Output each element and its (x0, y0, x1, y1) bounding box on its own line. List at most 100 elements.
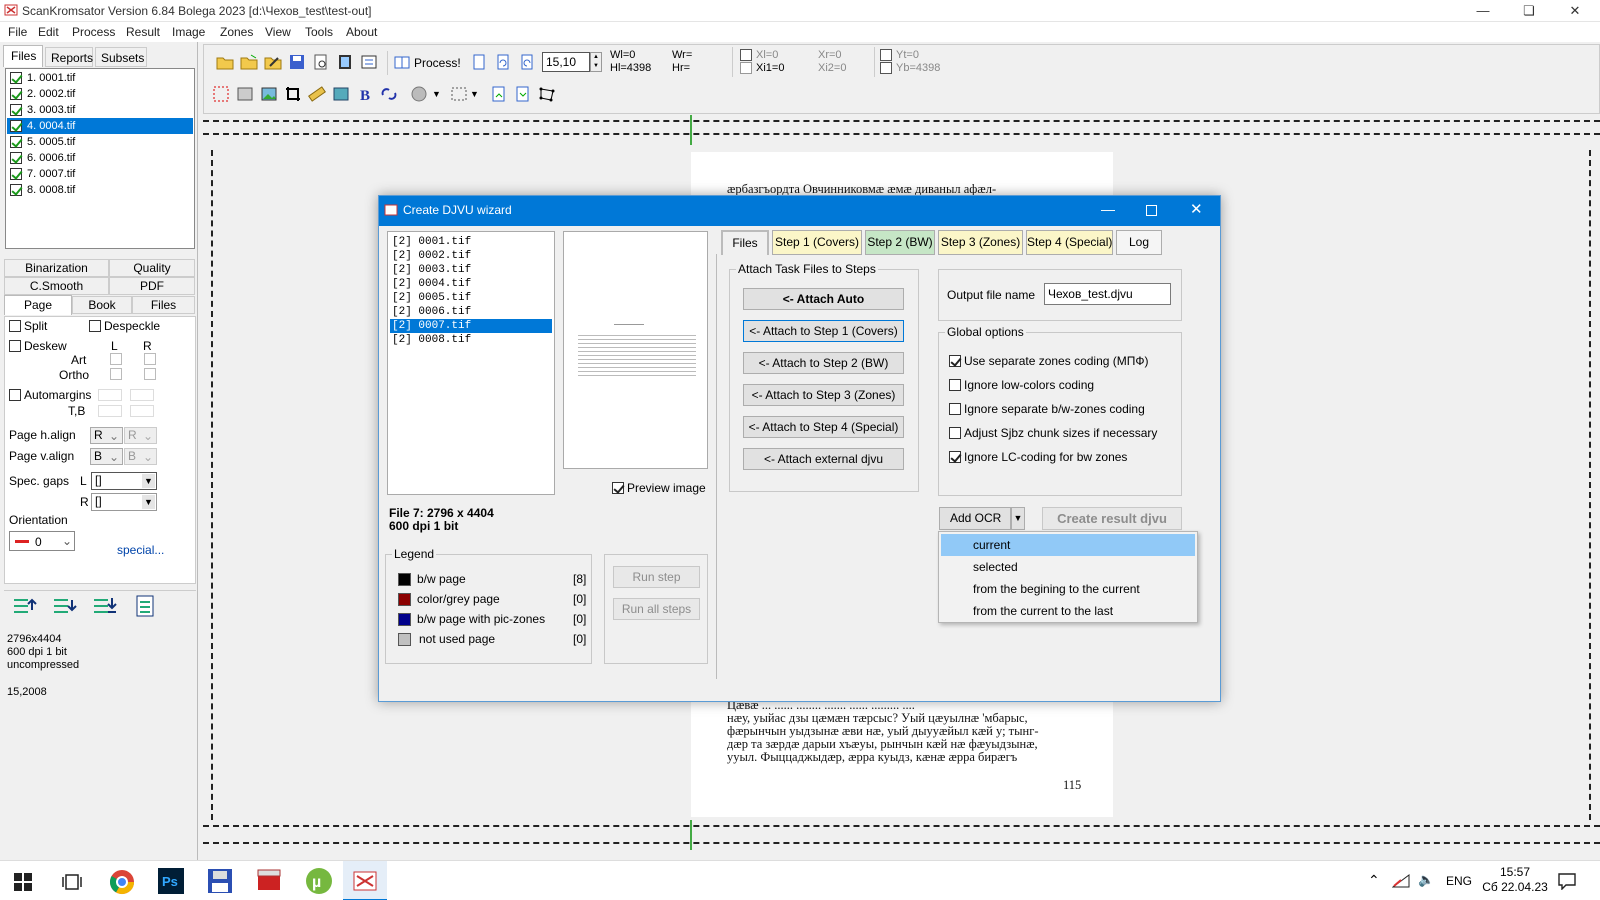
list-item[interactable]: [2] 0002.tif (390, 249, 552, 263)
circle-tool-icon[interactable] (410, 85, 428, 103)
valign-select-l[interactable]: B ⌄ (90, 448, 123, 465)
tab-page[interactable]: Page (4, 295, 72, 315)
list-item[interactable]: [2] 0003.tif (390, 263, 552, 277)
tray-chevron-up-icon[interactable]: ⌃ (1368, 872, 1380, 889)
minimize-icon[interactable]: — (1101, 201, 1115, 217)
run-all-steps-button[interactable]: Run all steps (613, 598, 700, 620)
archive-app-icon[interactable] (256, 868, 282, 894)
file-item[interactable]: 8. 0008.tif (7, 182, 193, 198)
tb-field[interactable] (98, 405, 122, 417)
menu-about[interactable]: About (346, 25, 377, 39)
handle-bottom[interactable] (690, 820, 692, 850)
maximize-icon[interactable] (1146, 205, 1157, 216)
tab-step4-special[interactable]: Step 4 (Special) (1026, 230, 1113, 255)
menu-item-current[interactable]: current (941, 534, 1195, 556)
scankromsator-taskbar-button[interactable] (343, 861, 387, 900)
list-item[interactable]: [2] 0001.tif (390, 235, 552, 249)
menu-item-selected[interactable]: selected (941, 556, 1195, 578)
option-checkbox-sjbz[interactable] (949, 427, 961, 439)
tab-book[interactable]: Book (72, 296, 132, 314)
menu-tools[interactable]: Tools (305, 25, 333, 39)
page-export-icon[interactable] (490, 85, 508, 103)
image-zone-icon[interactable] (236, 85, 254, 103)
tab-csmooth[interactable]: C.Smooth (4, 277, 109, 295)
floppy-app-icon[interactable] (207, 868, 233, 894)
perspective-icon[interactable] (538, 85, 556, 103)
menu-edit[interactable]: Edit (38, 25, 59, 39)
dialog-file-list[interactable]: [2] 0001.tif [2] 0002.tif [2] 0003.tif [… (387, 231, 555, 495)
utorrent-icon[interactable]: µ (305, 867, 333, 895)
rotate-right-icon[interactable] (518, 53, 536, 71)
run-step-button[interactable]: Run step (613, 566, 700, 588)
tab-binarization[interactable]: Binarization (4, 259, 109, 277)
process-button[interactable]: Process! (392, 51, 462, 75)
list-item[interactable]: [2] 0008.tif (390, 333, 552, 347)
output-file-input[interactable]: Чехов_test.djvu (1044, 283, 1171, 305)
file-item[interactable]: 6. 0006.tif (7, 150, 193, 166)
chrome-icon[interactable] (108, 868, 136, 896)
menu-item-begin-to-current[interactable]: from the begining to the current (941, 578, 1195, 600)
network-icon[interactable] (1392, 874, 1410, 888)
menu-process[interactable]: Process (72, 25, 115, 39)
tb-field[interactable] (130, 405, 154, 417)
file-list[interactable]: 1. 0001.tif 2. 0002.tif 3. 0003.tif 4. 0… (5, 68, 195, 249)
menu-zones[interactable]: Zones (220, 25, 253, 39)
minimize-icon[interactable]: — (1460, 0, 1506, 22)
tab-quality[interactable]: Quality (109, 259, 195, 277)
list-item[interactable]: [2] 0006.tif (390, 305, 552, 319)
menu-image[interactable]: Image (172, 25, 205, 39)
attach-step4-button[interactable]: <- Attach to Step 4 (Special) (743, 416, 904, 438)
special-link[interactable]: special... (117, 543, 164, 557)
volume-icon[interactable]: 🔈 (1418, 872, 1434, 888)
restore-icon[interactable]: ❏ (1506, 0, 1552, 22)
edit-folder-icon[interactable] (264, 53, 282, 71)
gap-r-combo[interactable]: [] ▼ (91, 493, 157, 511)
menu-result[interactable]: Result (126, 25, 160, 39)
ortho-l-checkbox[interactable] (110, 368, 122, 380)
automargins-checkbox[interactable] (9, 389, 21, 401)
tab-step2-bw[interactable]: Step 2 (BW) (865, 230, 935, 255)
attach-step1-button[interactable]: <- Attach to Step 1 (Covers) (743, 320, 904, 342)
clock[interactable]: 15:57 Сб 22.04.23 (1480, 865, 1550, 895)
notifications-icon[interactable] (1558, 873, 1576, 890)
windows-start-icon[interactable] (14, 873, 32, 891)
file-item[interactable]: 7. 0007.tif (7, 166, 193, 182)
zoom-input[interactable]: 15,10 (542, 52, 590, 72)
tab-step1-covers[interactable]: Step 1 (Covers) (772, 230, 862, 255)
film-icon[interactable] (336, 53, 354, 71)
option-checkbox-lc-coding[interactable] (949, 451, 961, 463)
valign-select-r[interactable]: B ⌄ (124, 448, 157, 465)
tab-pdf[interactable]: PDF (109, 277, 195, 295)
bold-icon[interactable]: B (356, 85, 374, 103)
batch-icon[interactable] (360, 53, 378, 71)
dropdown-arrow-icon[interactable]: ▼ (470, 89, 479, 99)
select-zone-icon[interactable] (212, 85, 230, 103)
menu-view[interactable]: View (265, 25, 291, 39)
page-icon[interactable] (470, 53, 488, 71)
menu-file[interactable]: File (8, 25, 27, 39)
file-item[interactable]: 3. 0003.tif (7, 102, 193, 118)
option-checkbox-separate-zones[interactable] (949, 355, 961, 367)
option-checkbox-low-colors[interactable] (949, 379, 961, 391)
tab-subsets[interactable]: Subsets (95, 47, 147, 67)
add-ocr-button[interactable]: Add OCR (939, 507, 1011, 530)
attach-auto-button[interactable]: <- Attach Auto (743, 288, 904, 310)
menu-item-current-to-last[interactable]: from the current to the last (941, 600, 1195, 622)
page-import-icon[interactable] (514, 85, 532, 103)
dropdown-arrow-icon[interactable]: ▼ (432, 89, 441, 99)
picture-icon[interactable] (260, 85, 278, 103)
list-item-selected[interactable]: [2] 0007.tif (390, 319, 552, 333)
file-item-selected[interactable]: 4. 0004.tif (7, 118, 193, 134)
halign-select-l[interactable]: R ⌄ (90, 427, 123, 444)
attach-step3-button[interactable]: <- Attach to Step 3 (Zones) (743, 384, 904, 406)
open-folder-icon[interactable] (216, 53, 234, 71)
yt-checkbox[interactable] (880, 49, 892, 61)
tab-step3-zones[interactable]: Step 3 (Zones) (938, 230, 1023, 255)
ruler-icon[interactable] (308, 85, 326, 103)
automargin-field[interactable] (130, 389, 154, 401)
xi1-checkbox[interactable] (740, 62, 752, 74)
ortho-r-checkbox[interactable] (144, 368, 156, 380)
language-indicator[interactable]: ENG (1446, 874, 1472, 888)
option-checkbox-bw-zones[interactable] (949, 403, 961, 415)
list-down-icon[interactable] (52, 596, 78, 618)
